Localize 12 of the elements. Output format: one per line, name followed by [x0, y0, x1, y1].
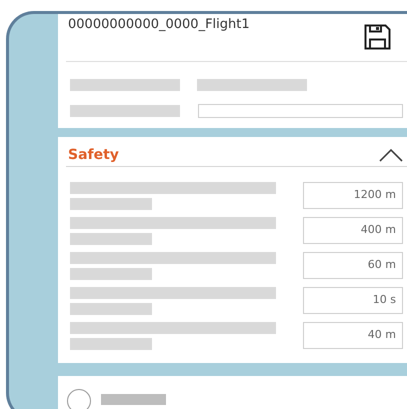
chevron-up-icon[interactable] — [379, 149, 403, 162]
placeholder-bar — [101, 394, 166, 405]
flight-title: 00000000000_0000_Flight1 — [68, 16, 250, 34]
save-icon[interactable] — [364, 24, 391, 50]
input-field[interactable] — [198, 104, 403, 118]
value-field[interactable]: 1200 m — [303, 182, 403, 209]
value-field[interactable]: 400 m — [303, 217, 403, 244]
section-title: Safety — [68, 146, 119, 165]
value-field[interactable]: 10 s — [303, 287, 403, 314]
value-field[interactable]: 60 m — [303, 252, 403, 279]
value-field[interactable]: 40 m — [303, 322, 403, 349]
radio-button[interactable] — [67, 389, 91, 409]
